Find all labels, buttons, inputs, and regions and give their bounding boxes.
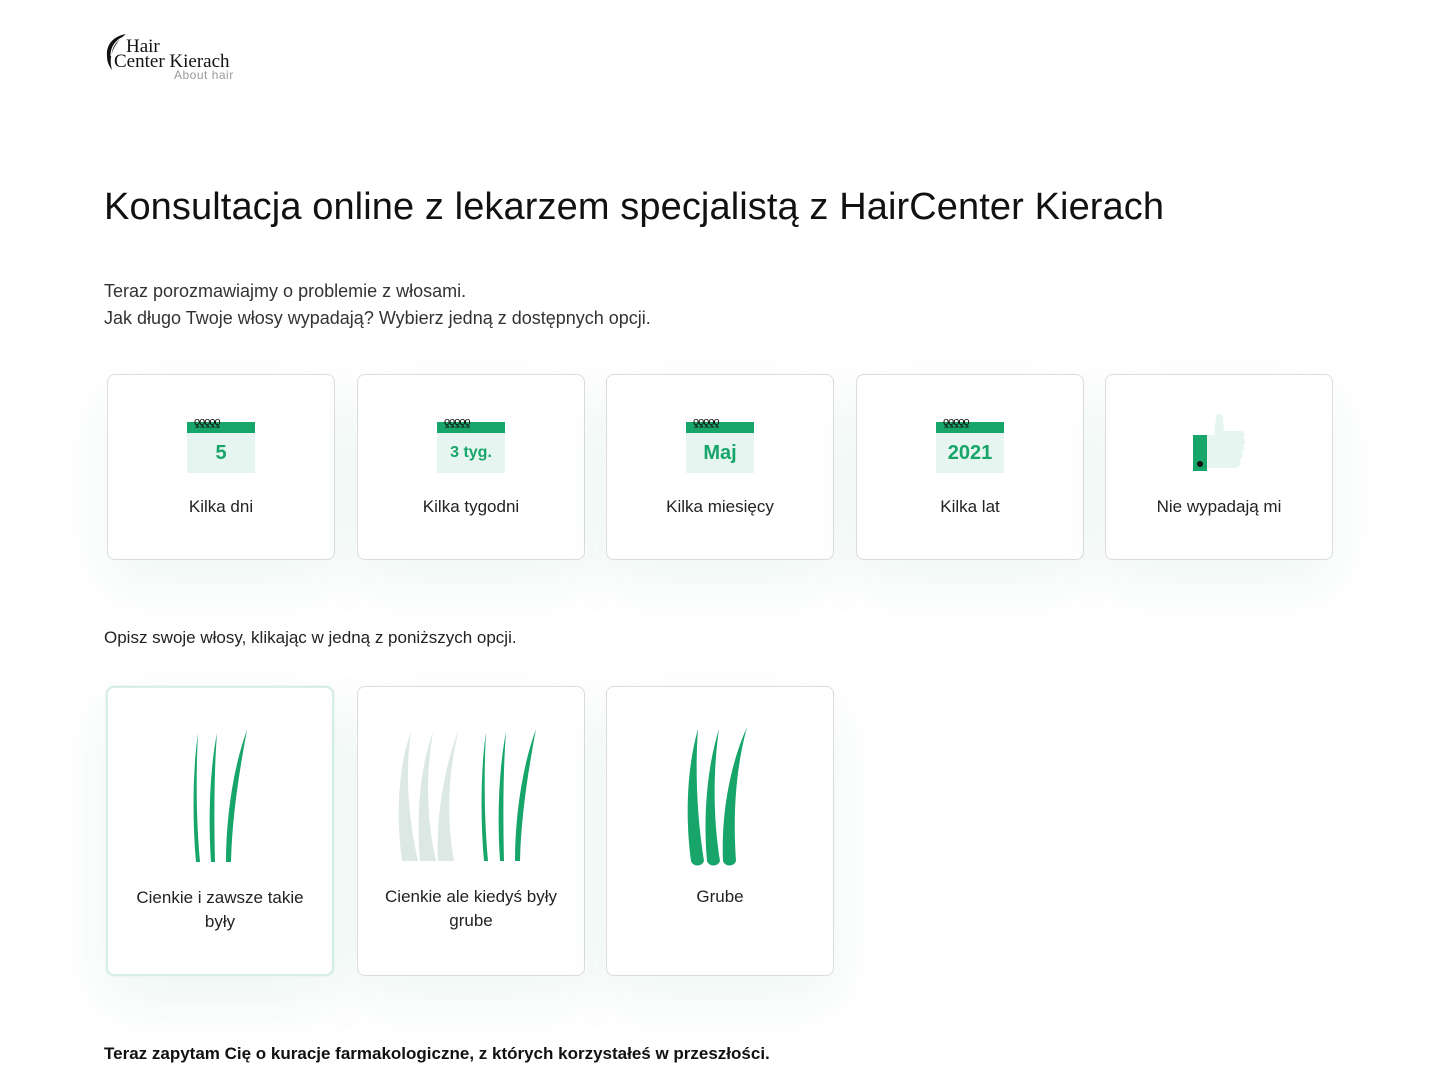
calendar-icon: ƍƍƍƍƍ 2021 — [936, 417, 1004, 473]
page-title: Konsultacja online z lekarzem specjalist… — [104, 186, 1165, 228]
hair-option-thinning[interactable]: Cienkie ale kiedyś były grube — [357, 686, 585, 976]
intro-line-1: Teraz porozmawiajmy o problemie z włosam… — [104, 281, 467, 301]
duration-option-days[interactable]: ƍƍƍƍƍ 5 Kilka dni — [107, 374, 335, 560]
intro-line-2: Jak długo Twoje włosy wypadają? Wybierz … — [104, 308, 651, 328]
option-label: Kilka dni — [188, 497, 254, 516]
calendar-icon: ƍƍƍƍƍ 5 — [187, 417, 255, 473]
hair-option-thin[interactable]: Cienkie i zawsze takie były — [106, 686, 334, 976]
option-label: Nie wypadają mi — [1156, 497, 1282, 516]
next-question: Teraz zapytam Cię o kuracje farmakologic… — [104, 1044, 770, 1063]
brand-logo[interactable]: Hair Center Kierach About hair — [104, 30, 244, 86]
option-label: Kilka tygodni — [422, 497, 520, 516]
duration-option-years[interactable]: ƍƍƍƍƍ 2021 Kilka lat — [856, 374, 1084, 560]
hair-option-thick[interactable]: Grube — [606, 686, 834, 976]
option-label: Grube — [696, 887, 744, 906]
calendar-value: 3 tyg. — [450, 444, 492, 461]
brand-tagline: About hair — [174, 68, 234, 82]
option-label: Cienkie i zawsze takie były — [136, 888, 304, 931]
duration-option-weeks[interactable]: ƍƍƍƍƍ 3 tyg. Kilka tygodni — [357, 374, 585, 560]
option-label: Kilka miesięcy — [666, 497, 774, 516]
calendar-icon: ƍƍƍƍƍ 3 tyg. — [437, 417, 505, 473]
thin-hair-icon — [193, 730, 247, 862]
thinning-hair-icon — [398, 729, 536, 861]
option-label: Cienkie ale kiedyś były grube — [385, 887, 557, 930]
calendar-value: 5 — [215, 442, 227, 464]
duration-option-no-loss[interactable]: Nie wypadają mi — [1105, 374, 1333, 560]
duration-option-months[interactable]: ƍƍƍƍƍ Maj Kilka miesięcy — [606, 374, 834, 560]
calendar-value: Maj — [703, 442, 737, 464]
calendar-icon: ƍƍƍƍƍ Maj — [686, 417, 754, 473]
thumbs-up-icon — [1193, 414, 1246, 471]
thick-hair-icon — [687, 727, 747, 866]
calendar-value: 2021 — [947, 442, 993, 464]
hair-question: Opisz swoje włosy, klikając w jedną z po… — [104, 628, 517, 647]
option-label: Kilka lat — [940, 497, 1000, 516]
intro-text: Teraz porozmawiajmy o problemie z włosam… — [104, 278, 651, 332]
